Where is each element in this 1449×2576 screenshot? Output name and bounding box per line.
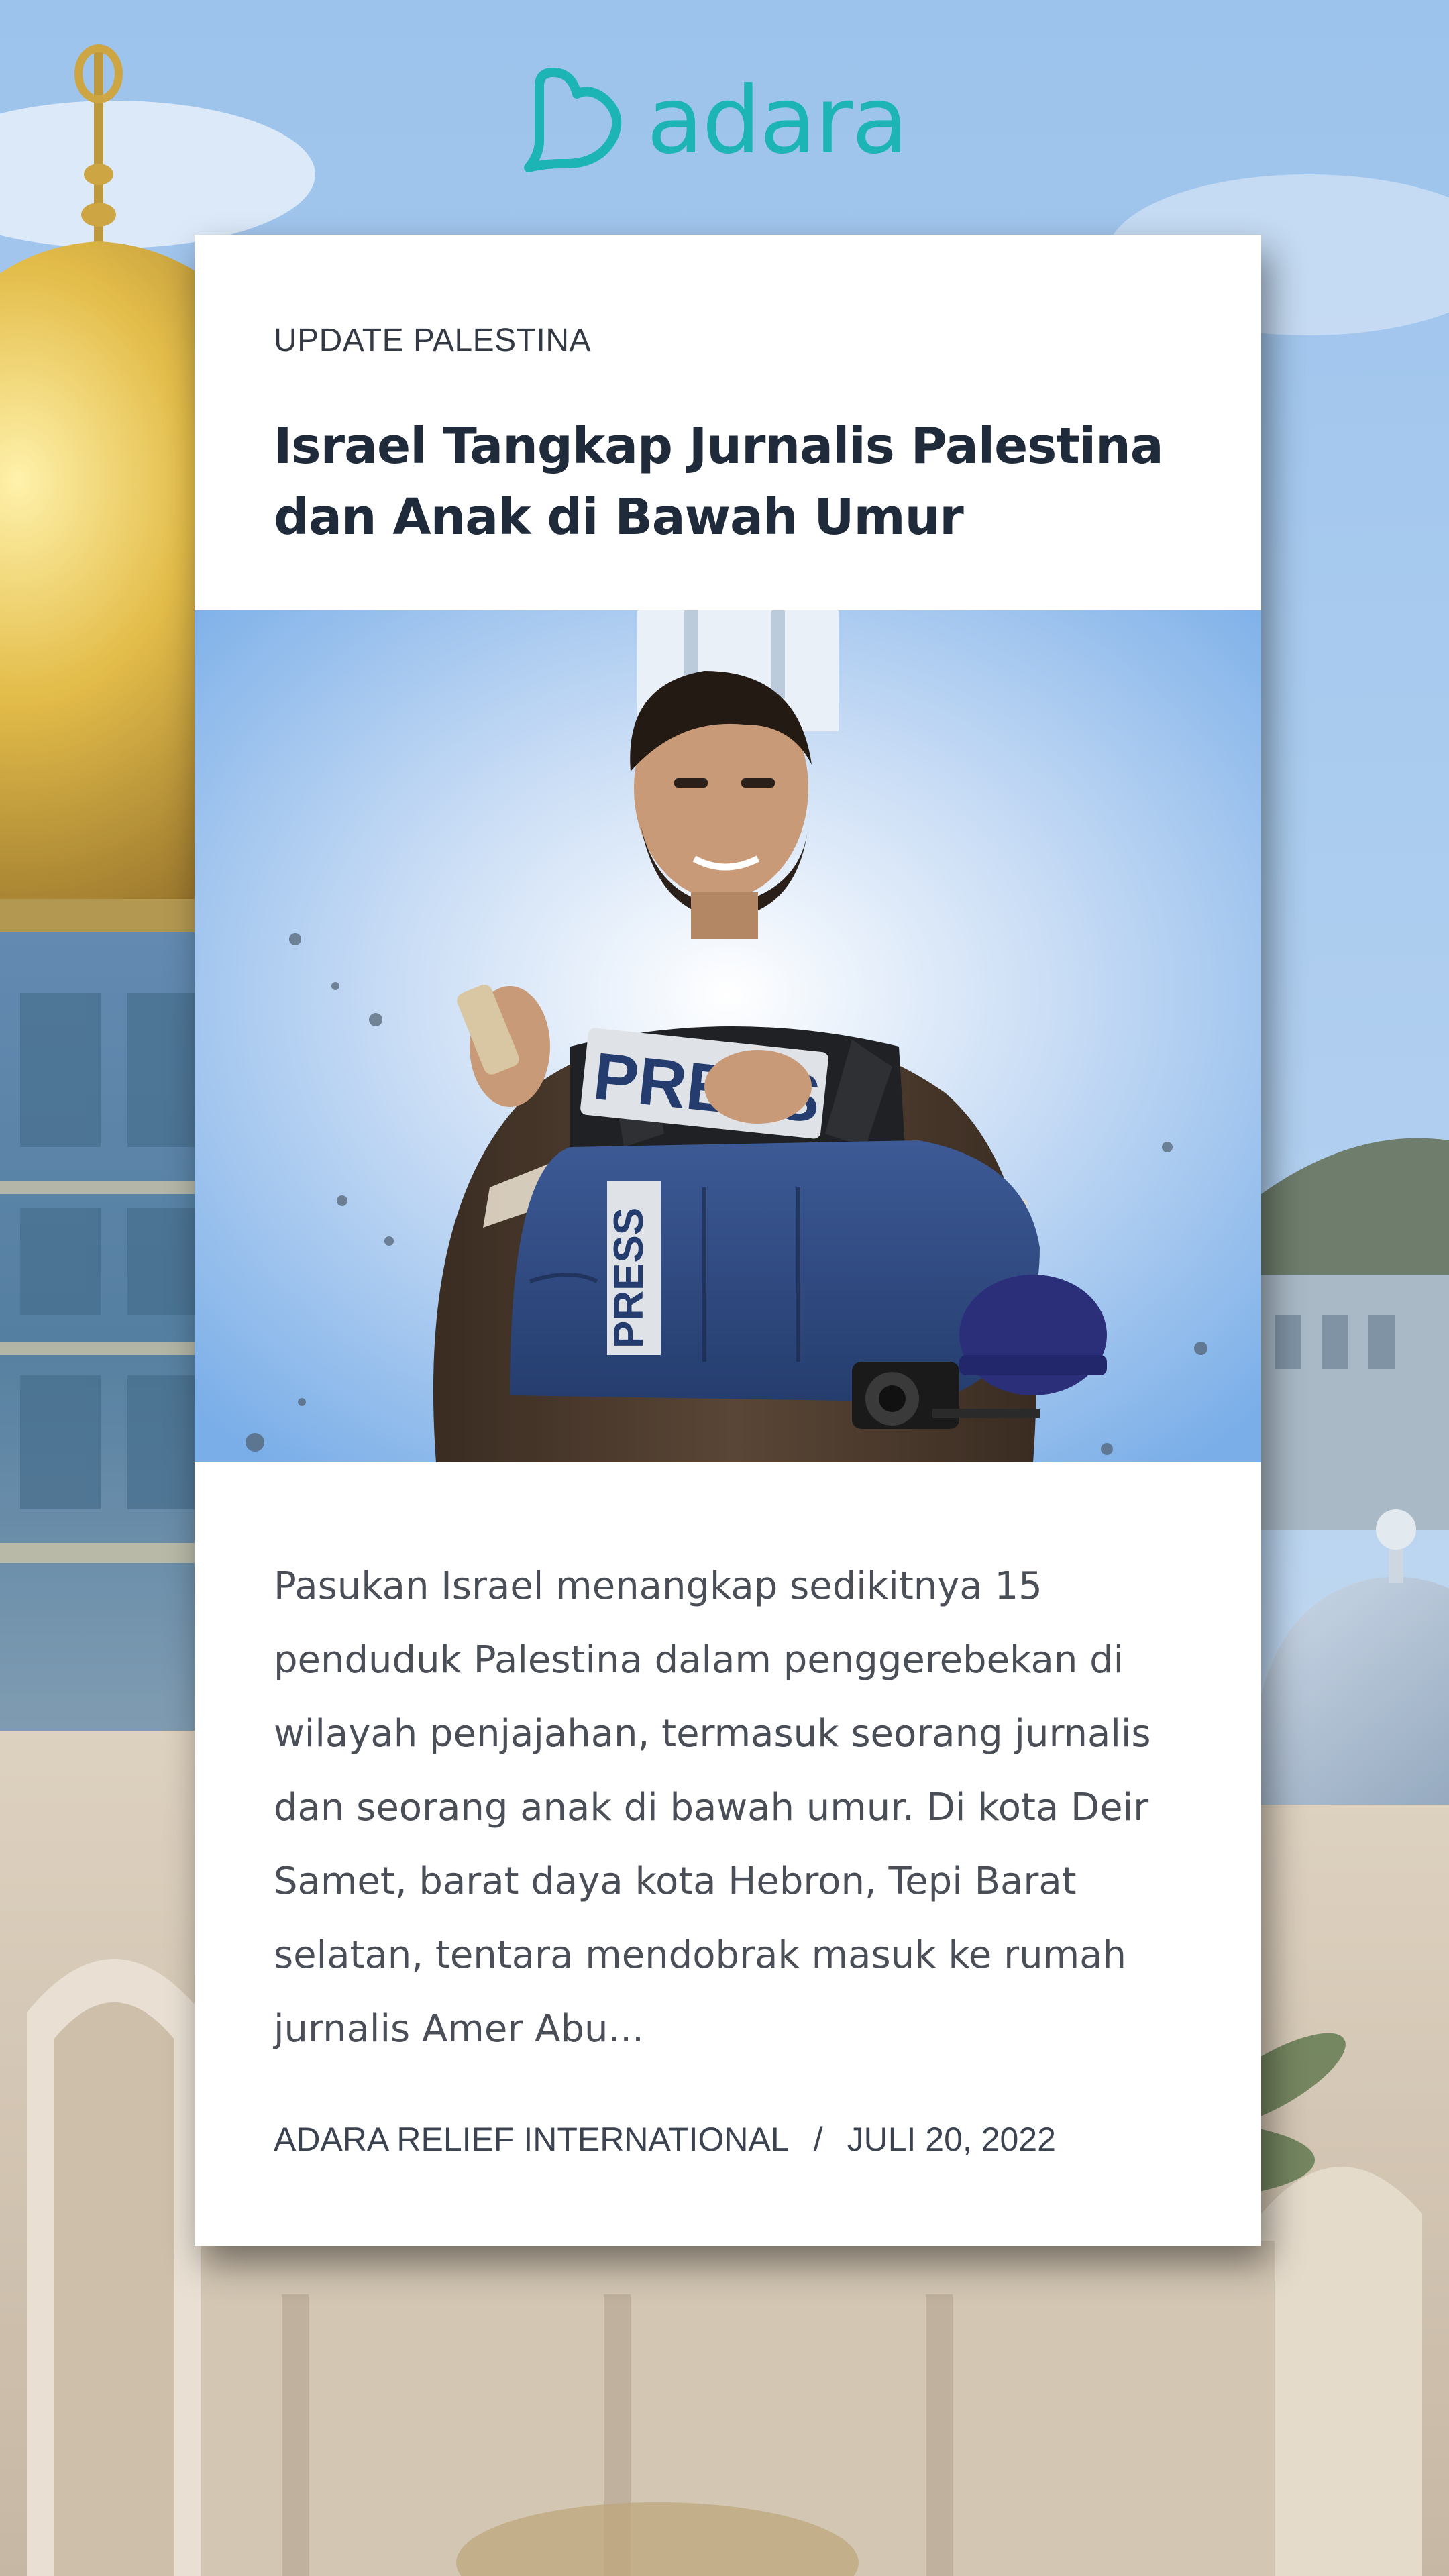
article-author[interactable]: ADARA RELIEF INTERNATIONAL <box>274 2120 790 2159</box>
press-vest-text: PRESS <box>606 1208 652 1348</box>
adara-heart-chat-icon <box>510 67 631 174</box>
article-image[interactable]: PRESS PRESS <box>195 610 1261 1462</box>
article-excerpt: Pasukan Israel menangkap sedikitnya 15 p… <box>274 1564 1151 2051</box>
brand-name: adara <box>647 66 908 174</box>
journalist-photo: PRESS PRESS <box>195 610 1261 1462</box>
article-card[interactable]: UPDATE PALESTINA Israel Tangkap Jurnalis… <box>195 235 1261 2246</box>
article-category[interactable]: UPDATE PALESTINA <box>274 322 591 359</box>
article-date: JULI 20, 2022 <box>847 2121 1056 2158</box>
meta-separator: / <box>813 2121 823 2158</box>
adara-logo[interactable]: adara <box>510 64 939 178</box>
article-meta: ADARA RELIEF INTERNATIONAL / JULI 20, 20… <box>274 2120 1056 2159</box>
article-title[interactable]: Israel Tangkap Jurnalis Palestina dan An… <box>274 411 1213 553</box>
